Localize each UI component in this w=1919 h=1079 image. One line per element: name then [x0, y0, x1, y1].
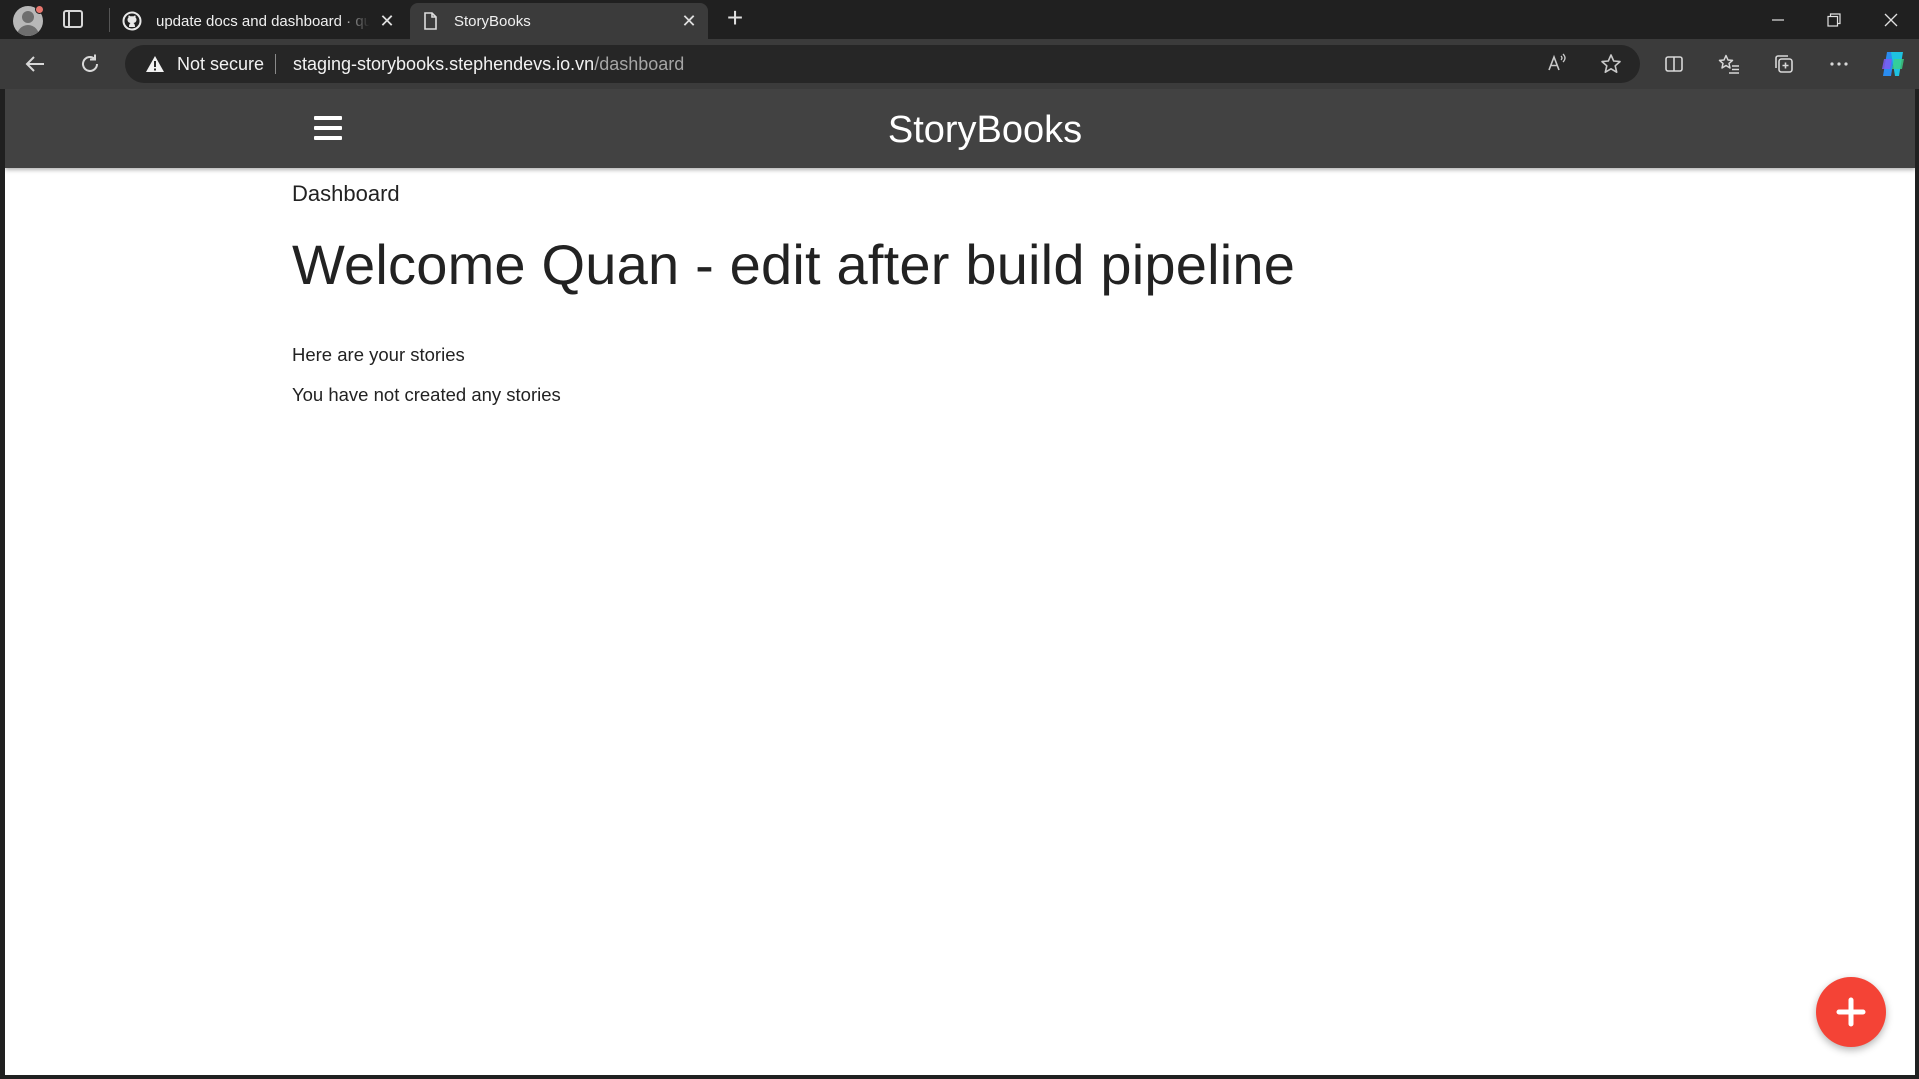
breadcrumb: Dashboard: [292, 181, 400, 206]
favorites-icon[interactable]: [1712, 47, 1746, 81]
favorite-star-icon[interactable]: [1594, 47, 1628, 81]
address-bar[interactable]: Not secure staging-storybooks.stephendev…: [125, 45, 1640, 83]
brand-text[interactable]: StoryBooks: [888, 109, 1082, 152]
tab-close-icon[interactable]: ✕: [378, 12, 396, 30]
browser-toolbar: Not secure staging-storybooks.stephendev…: [0, 39, 1919, 89]
page-title: Welcome Quan - edit after build pipeline: [292, 233, 1296, 296]
page-icon: [424, 12, 437, 30]
empty-state-message: You have not created any stories: [292, 384, 561, 405]
read-aloud-icon[interactable]: [1540, 47, 1574, 81]
stories-subtitle: Here are your stories: [292, 344, 465, 365]
security-label[interactable]: Not secure: [177, 54, 264, 75]
split-screen-icon[interactable]: [1657, 47, 1691, 81]
profile-notification-dot: [35, 5, 44, 14]
url-path: /dashboard: [594, 54, 685, 74]
collections-icon[interactable]: [1767, 47, 1801, 81]
address-separator: [275, 54, 276, 74]
refresh-icon[interactable]: [73, 47, 107, 81]
tab-separator: [109, 8, 110, 32]
tab-actions-icon[interactable]: [63, 10, 83, 28]
tab-title: update docs and dashboard · quannguyen20…: [156, 12, 370, 30]
plus-icon: [1836, 997, 1866, 1027]
tab-storybooks[interactable]: StoryBooks ✕: [410, 3, 708, 39]
page-viewport: StoryBooks Dashboard Welcome Quan - edit…: [5, 89, 1915, 1075]
brand-logo: StoryBooks: [5, 109, 1915, 152]
github-icon: [122, 11, 142, 31]
url-text[interactable]: staging-storybooks.stephendevs.io.vn/das…: [293, 54, 684, 75]
copilot-icon[interactable]: [1876, 47, 1910, 81]
new-tab-icon[interactable]: +: [722, 4, 748, 32]
warning-icon[interactable]: [145, 55, 165, 73]
tab-github[interactable]: update docs and dashboard · quannguyen20…: [112, 3, 406, 39]
url-host: staging-storybooks.stephendevs.io.vn: [293, 54, 595, 74]
minimize-icon[interactable]: [1750, 0, 1806, 39]
close-window-icon[interactable]: [1863, 0, 1919, 39]
back-arrow-icon[interactable]: [18, 47, 52, 81]
browser-tab-strip: update docs and dashboard · quannguyen20…: [0, 0, 1919, 39]
app-navbar: StoryBooks: [5, 89, 1915, 168]
restore-icon[interactable]: [1806, 0, 1862, 39]
add-story-button[interactable]: [1816, 977, 1886, 1047]
tab-title: StoryBooks: [454, 12, 531, 30]
tab-close-icon[interactable]: ✕: [680, 12, 698, 30]
more-options-icon[interactable]: [1822, 47, 1856, 81]
